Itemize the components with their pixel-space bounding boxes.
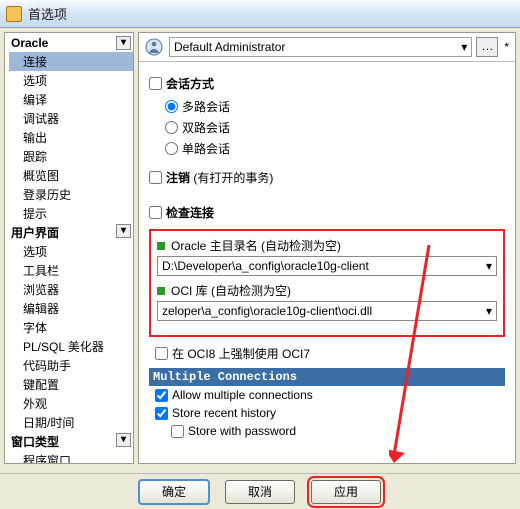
oci-lib-input[interactable]: zeloper\a_config\oracle10g-client\oci.dl… — [157, 301, 497, 321]
chevron-down-icon: ▾ — [486, 259, 492, 273]
store-recent-label: Store recent history — [172, 406, 276, 420]
tree-debugger[interactable]: 调试器 — [9, 109, 133, 128]
multi-session-label: 多路会话 — [182, 98, 230, 115]
tree-editor[interactable]: 编辑器 — [9, 299, 133, 318]
more-button[interactable]: … — [476, 37, 498, 57]
tree-output[interactable]: 输出 — [9, 128, 133, 147]
ok-button[interactable]: 确定 — [139, 480, 209, 504]
check-connection-label: 检查连接 — [166, 204, 214, 221]
tree-ui[interactable]: 用户界面▾ — [9, 223, 133, 242]
tree-hint[interactable]: 提示 — [9, 204, 133, 223]
session-group-label: 会话方式 — [166, 75, 214, 92]
logout-checkbox[interactable] — [149, 171, 162, 184]
apply-button[interactable]: 应用 — [311, 480, 381, 504]
logout-sublabel: (有打开的事务) — [193, 169, 273, 186]
logout-label: 注销 — [166, 169, 190, 186]
session-group-checkbox[interactable] — [149, 77, 162, 90]
oci-lib-value: zeloper\a_config\oracle10g-client\oci.dl… — [162, 304, 372, 318]
tree-profile[interactable]: 概览图 — [9, 166, 133, 185]
allow-multiple-checkbox[interactable] — [155, 389, 168, 402]
force-oci7-checkbox[interactable] — [155, 347, 168, 360]
category-tree[interactable]: Oracle▾ 连接 选项 编译 调试器 输出 跟踪 概览图 登录历史 提示 用… — [4, 32, 134, 464]
tree-font[interactable]: 字体 — [9, 318, 133, 337]
dual-session-radio[interactable] — [165, 121, 178, 134]
tree-window-types[interactable]: 窗口类型▾ — [9, 432, 133, 451]
store-with-password-label: Store with password — [188, 424, 296, 438]
modified-indicator: * — [504, 40, 509, 54]
tree-ui-options[interactable]: 选项 — [9, 242, 133, 261]
single-session-radio[interactable] — [165, 142, 178, 155]
oracle-home-label: Oracle 主目录名 — [171, 237, 258, 254]
oci-lib-sublabel: (自动检测为空) — [211, 282, 291, 299]
tree-key-config[interactable]: 键配置 — [9, 375, 133, 394]
multiple-connections-header: Multiple Connections — [149, 368, 505, 386]
store-recent-checkbox[interactable] — [155, 407, 168, 420]
single-session-label: 单路会话 — [182, 140, 230, 157]
tree-code-assist[interactable]: 代码助手 — [9, 356, 133, 375]
allow-multiple-label: Allow multiple connections — [172, 388, 313, 402]
app-icon — [6, 6, 22, 22]
tree-appearance[interactable]: 外观 — [9, 394, 133, 413]
tree-datetime[interactable]: 日期/时间 — [9, 413, 133, 432]
collapse-icon[interactable]: ▾ — [116, 224, 131, 238]
oracle-home-sublabel: (自动检测为空) — [261, 237, 341, 254]
oracle-home-input[interactable]: D:\Developer\a_config\oracle10g-client ▾ — [157, 256, 497, 276]
tree-toolbar[interactable]: 工具栏 — [9, 261, 133, 280]
cancel-button[interactable]: 取消 — [225, 480, 295, 504]
tree-trace[interactable]: 跟踪 — [9, 147, 133, 166]
tree-options[interactable]: 选项 — [9, 71, 133, 90]
collapse-icon[interactable]: ▾ — [116, 36, 131, 50]
chevron-down-icon: ▾ — [486, 304, 492, 318]
force-oci7-label: 在 OCI8 上强制使用 OCI7 — [172, 345, 310, 362]
status-indicator-icon — [157, 242, 165, 250]
tree-plsql[interactable]: PL/SQL 美化器 — [9, 337, 133, 356]
button-bar: 确定 取消 应用 — [0, 473, 520, 509]
window-title: 首选项 — [28, 4, 67, 23]
dual-session-label: 双路会话 — [182, 119, 230, 136]
check-connection-checkbox[interactable] — [149, 206, 162, 219]
tree-connection[interactable]: 连接 — [9, 52, 133, 71]
admin-value: Default Administrator — [174, 40, 285, 54]
settings-panel: Default Administrator ▾ … * 会话方式 多路会话 双路… — [138, 32, 516, 464]
titlebar: 首选项 — [0, 0, 520, 28]
tree-program-window[interactable]: 程序窗口 — [9, 451, 133, 464]
store-with-password-checkbox[interactable] — [171, 425, 184, 438]
multi-session-radio[interactable] — [165, 100, 178, 113]
tree-compile[interactable]: 编译 — [9, 90, 133, 109]
chevron-down-icon: ▾ — [461, 40, 467, 54]
tree-oracle[interactable]: Oracle▾ — [9, 35, 133, 52]
admin-dropdown[interactable]: Default Administrator ▾ — [169, 37, 472, 57]
admin-icon — [145, 38, 163, 56]
highlight-box: Oracle 主目录名 (自动检测为空) D:\Developer\a_conf… — [149, 229, 505, 337]
collapse-icon[interactable]: ▾ — [116, 433, 131, 447]
oracle-home-value: D:\Developer\a_config\oracle10g-client — [162, 259, 369, 273]
oci-lib-label: OCI 库 — [171, 282, 208, 299]
tree-login-history[interactable]: 登录历史 — [9, 185, 133, 204]
status-indicator-icon — [157, 287, 165, 295]
tree-browser[interactable]: 浏览器 — [9, 280, 133, 299]
